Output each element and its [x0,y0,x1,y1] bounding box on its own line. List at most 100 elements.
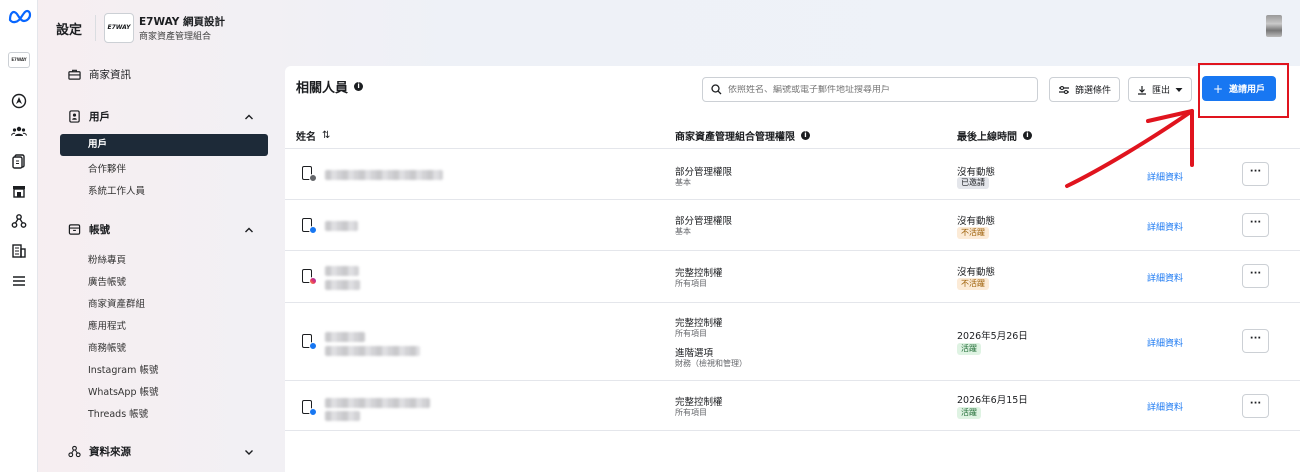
redacted-user-name [325,221,358,231]
permission-text: 完整控制權 [675,397,723,408]
left-rail: E7WAY [0,0,38,472]
pages-icon[interactable] [11,153,27,169]
download-icon [1138,85,1146,95]
details-link[interactable]: 詳細資料 [1147,336,1183,349]
sidebar-item-ad-accounts[interactable]: 廣告帳號 [88,274,126,288]
chevron-up-icon[interactable] [244,225,254,235]
sidebar-section-label: 帳號 [89,224,110,236]
page-title: 設定 [56,23,83,38]
caret-down-icon [1175,87,1183,92]
last-activity: 沒有動態 [957,216,996,227]
column-header-label: 姓名 [296,132,316,143]
sidebar-item-system-users[interactable]: 系統工作人員 [88,183,145,197]
avatar[interactable] [1266,15,1282,37]
sidebar-item-pages[interactable]: 粉絲專頁 [88,252,126,266]
status-badge: 活躍 [957,407,981,419]
panel-title-text: 相關人員 [296,81,349,96]
search-input[interactable] [728,84,1028,95]
billing-icon[interactable] [11,243,27,259]
sidebar-item-business-info[interactable]: 商家資訊 [68,67,131,82]
panel-title: 相關人員 i [296,77,364,96]
table-divider [285,302,1300,303]
details-link[interactable]: 詳細資料 [1147,400,1183,413]
sidebar-item-threads[interactable]: Threads 帳號 [88,406,148,420]
chevron-down-icon[interactable] [244,447,254,457]
sidebar-item-instagram[interactable]: Instagram 帳號 [88,362,158,376]
sort-icon[interactable]: ⇅ [322,130,330,141]
permission-text: 完整控制權 [675,268,723,279]
status-badge: 已邀請 [957,177,989,189]
details-link[interactable]: 詳細資料 [1147,271,1183,284]
user-device-icon [299,332,319,352]
last-activity: 2026年5月26日 [957,331,1028,342]
filter-icon [1059,85,1069,94]
business-subtitle: 商家資產管理組合 [139,32,212,42]
info-icon[interactable]: i [801,131,810,140]
redacted-user-name [325,170,443,180]
briefcase-icon [68,69,81,80]
more-options-button[interactable]: ··· [1242,329,1269,353]
column-header-name[interactable]: 姓名 ⇅ [296,128,330,143]
meta-badge-icon [309,174,317,182]
search-box[interactable] [702,77,1038,102]
facebook-badge-icon [309,226,317,234]
column-header-label: 商家資產管理組合管理權限 [675,132,795,143]
details-link[interactable]: 詳細資料 [1147,220,1183,233]
facebook-badge-icon [309,342,317,350]
table-divider [285,199,1300,200]
sidebar-section-users[interactable]: 用戶 [68,109,110,124]
info-icon[interactable]: i [1023,131,1032,140]
sidebar-section-data-sources[interactable]: 資料來源 [68,444,131,459]
sidebar-item-partners[interactable]: 合作夥伴 [88,161,126,175]
status-badge: 不活躍 [957,278,989,290]
more-options-button[interactable]: ··· [1242,213,1269,237]
permission-subtext: 所有項目 [675,329,707,338]
redacted-user-name [325,266,359,276]
annotation-arrow [1065,109,1194,188]
meta-logo-icon[interactable] [8,8,32,24]
status-badge: 不活躍 [957,227,989,239]
inbox-icon [68,224,81,235]
sidebar-section-label: 資料來源 [89,446,131,458]
advanced-permission-subtext: 財務（檢視和管理） [675,359,747,368]
sources-icon[interactable] [11,213,27,229]
advanced-permission-text: 進階選項 [675,348,714,359]
more-options-button[interactable]: ··· [1242,162,1269,186]
people-icon[interactable] [11,123,27,139]
facebook-badge-icon [309,408,317,416]
permission-subtext: 所有項目 [675,279,707,288]
last-activity: 沒有動態 [957,267,996,278]
redacted-user-name [325,332,365,342]
account-switcher[interactable]: E7WAY [8,52,30,68]
business-name: E7WAY 網頁設計 [139,16,225,28]
sidebar-item-whatsapp[interactable]: WhatsApp 帳號 [88,384,159,398]
instagram-badge-icon [309,277,317,285]
column-header-label: 最後上線時間 [957,132,1017,143]
annotation-highlight-box [1198,63,1289,118]
sidebar-item-users[interactable]: 用戶 [60,134,268,156]
permission-subtext: 所有項目 [675,408,707,417]
last-activity: 2026年6月15日 [957,395,1028,406]
redacted-user-handle [325,280,360,290]
menu-icon[interactable] [11,273,27,289]
user-badge-icon [69,110,80,123]
redacted-user-email [325,346,420,356]
sidebar-item-commerce-accounts[interactable]: 商務帳號 [88,340,126,354]
navigation-icon[interactable] [11,93,27,109]
store-icon[interactable] [11,183,27,199]
permission-subtext: 基本 [675,227,691,236]
permission-text: 部分管理權限 [675,216,733,227]
user-device-icon [299,164,319,184]
permission-text: 完整控制權 [675,318,723,329]
table-divider [285,430,1300,431]
chevron-up-icon[interactable] [244,112,254,122]
sidebar-item-apps[interactable]: 應用程式 [88,318,126,332]
permission-text: 部分管理權限 [675,167,733,178]
redacted-user-handle [325,411,360,421]
more-options-button[interactable]: ··· [1242,394,1269,418]
permission-subtext: 基本 [675,178,691,187]
sidebar-section-accounts[interactable]: 帳號 [68,222,110,237]
more-options-button[interactable]: ··· [1242,264,1269,288]
info-icon[interactable]: i [354,82,364,91]
sidebar-item-asset-groups[interactable]: 商家資產群組 [88,296,145,310]
